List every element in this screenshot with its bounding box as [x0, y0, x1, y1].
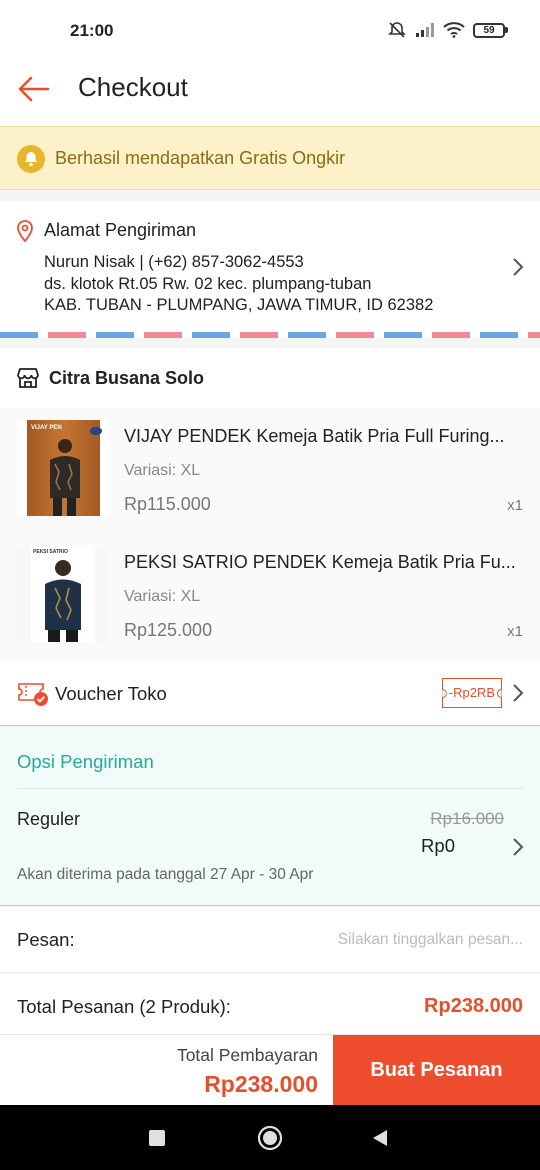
- chevron-right-icon: [513, 684, 524, 702]
- chevron-right-icon: [513, 258, 524, 276]
- battery-level: 59: [473, 22, 505, 38]
- status-time: 21:00: [70, 21, 114, 40]
- status-icons: 59: [387, 20, 508, 40]
- shipping-eta: Akan diterima pada tanggal 27 Apr - 30 A…: [17, 866, 314, 883]
- product-name: VIJAY PENDEK Kemeja Batik Pria Full Furi…: [124, 426, 505, 446]
- app-header: Checkout: [0, 62, 540, 126]
- order-total-row: Total Pesanan (2 Produk): Rp238.000: [0, 974, 540, 1034]
- voucher-discount-tag: -Rp2RB: [441, 678, 502, 708]
- shipping-method[interactable]: Reguler: [17, 809, 80, 830]
- voucher-label: Voucher Toko: [55, 683, 167, 704]
- message-label: Pesan:: [17, 929, 75, 950]
- location-pin-icon: [17, 220, 33, 243]
- airmail-stripe: [0, 332, 540, 338]
- product-name: PEKSI SATRIO PENDEK Kemeja Batik Pria Fu…: [124, 552, 516, 572]
- shipping-options-title: Opsi Pengiriman: [17, 751, 154, 772]
- product-quantity: x1: [507, 623, 523, 640]
- recents-icon[interactable]: [148, 1125, 166, 1151]
- bell-icon: [17, 145, 45, 173]
- product-variant: Variasi: XL: [124, 588, 201, 605]
- shipping-address-card[interactable]: Alamat Pengiriman Nurun Nisak | (+62) 85…: [0, 201, 540, 338]
- shop-voucher-row[interactable]: Voucher Toko -Rp2RB: [0, 660, 540, 726]
- address-title: Alamat Pengiriman: [44, 220, 197, 240]
- message-row: Pesan:: [0, 907, 540, 973]
- chevron-right-icon[interactable]: [512, 837, 524, 857]
- product-thumbnail-caption: PEKSI SATRIO: [33, 549, 68, 555]
- address-region: KAB. TUBAN - PLUMPANG, JAWA TIMUR, ID 62…: [44, 296, 434, 314]
- address-recipient: Nurun Nisak | (+62) 857-3062-4553: [44, 253, 304, 271]
- free-shipping-banner: Berhasil mendapatkan Gratis Ongkir: [0, 126, 540, 190]
- page-title: Checkout: [78, 72, 188, 102]
- order-total-label: Total Pesanan (2 Produk):: [17, 996, 231, 1017]
- status-bar: 21:00 59: [0, 0, 540, 62]
- product-item[interactable]: PEKSI SATRIO PEKSI SATRIO PENDEK Kemeja …: [0, 534, 540, 660]
- product-thumbnail-caption: VIJAY PEN: [31, 425, 62, 431]
- address-street: ds. klotok Rt.05 Rw. 02 kec. plumpang-tu…: [44, 275, 372, 293]
- message-input[interactable]: [263, 923, 523, 957]
- store-icon: [17, 368, 39, 388]
- product-thumbnail: PEKSI SATRIO: [17, 546, 110, 642]
- product-list: VIJAY PEN VIJAY PENDEK Kemeja Batik Pria…: [0, 408, 540, 660]
- payment-total-label: Total Pembayaran: [176, 1045, 318, 1065]
- product-thumbnail: VIJAY PEN: [17, 420, 110, 516]
- product-price: Rp115.000: [124, 494, 211, 514]
- shipping-original-price: Rp16.000: [430, 809, 504, 828]
- voucher-icon: [18, 683, 48, 706]
- product-variant: Variasi: XL: [124, 462, 201, 479]
- checkout-bottom-bar: Total Pembayaran Rp238.000 Buat Pesanan: [0, 1034, 540, 1106]
- back-nav-icon[interactable]: [370, 1125, 390, 1151]
- battery-icon: 59: [473, 22, 508, 38]
- payment-total-value: Rp238.000: [204, 1071, 318, 1097]
- shop-header: Citra Busana Solo: [0, 348, 540, 408]
- place-order-button[interactable]: Buat Pesanan: [333, 1035, 540, 1106]
- product-item[interactable]: VIJAY PEN VIJAY PENDEK Kemeja Batik Pria…: [0, 408, 540, 534]
- shipping-price: Rp0: [421, 835, 455, 856]
- battery-tip: [505, 27, 508, 33]
- product-price: Rp125.000: [124, 620, 213, 640]
- back-button[interactable]: [16, 74, 52, 104]
- order-total-value: Rp238.000: [424, 995, 523, 1017]
- wifi-icon: [443, 22, 465, 38]
- arrow-left-icon: [18, 76, 50, 102]
- signal-icon: [416, 23, 434, 37]
- divider: [17, 788, 523, 789]
- system-nav-bar: [0, 1105, 540, 1170]
- mute-alarm-icon: [388, 22, 406, 38]
- product-quantity: x1: [507, 497, 523, 514]
- free-shipping-text: Berhasil mendapatkan Gratis Ongkir: [55, 148, 346, 168]
- home-icon[interactable]: [257, 1125, 283, 1151]
- shop-name: Citra Busana Solo: [49, 368, 205, 388]
- shipping-options: Opsi Pengiriman Reguler Rp16.000 Rp0 Aka…: [0, 727, 540, 906]
